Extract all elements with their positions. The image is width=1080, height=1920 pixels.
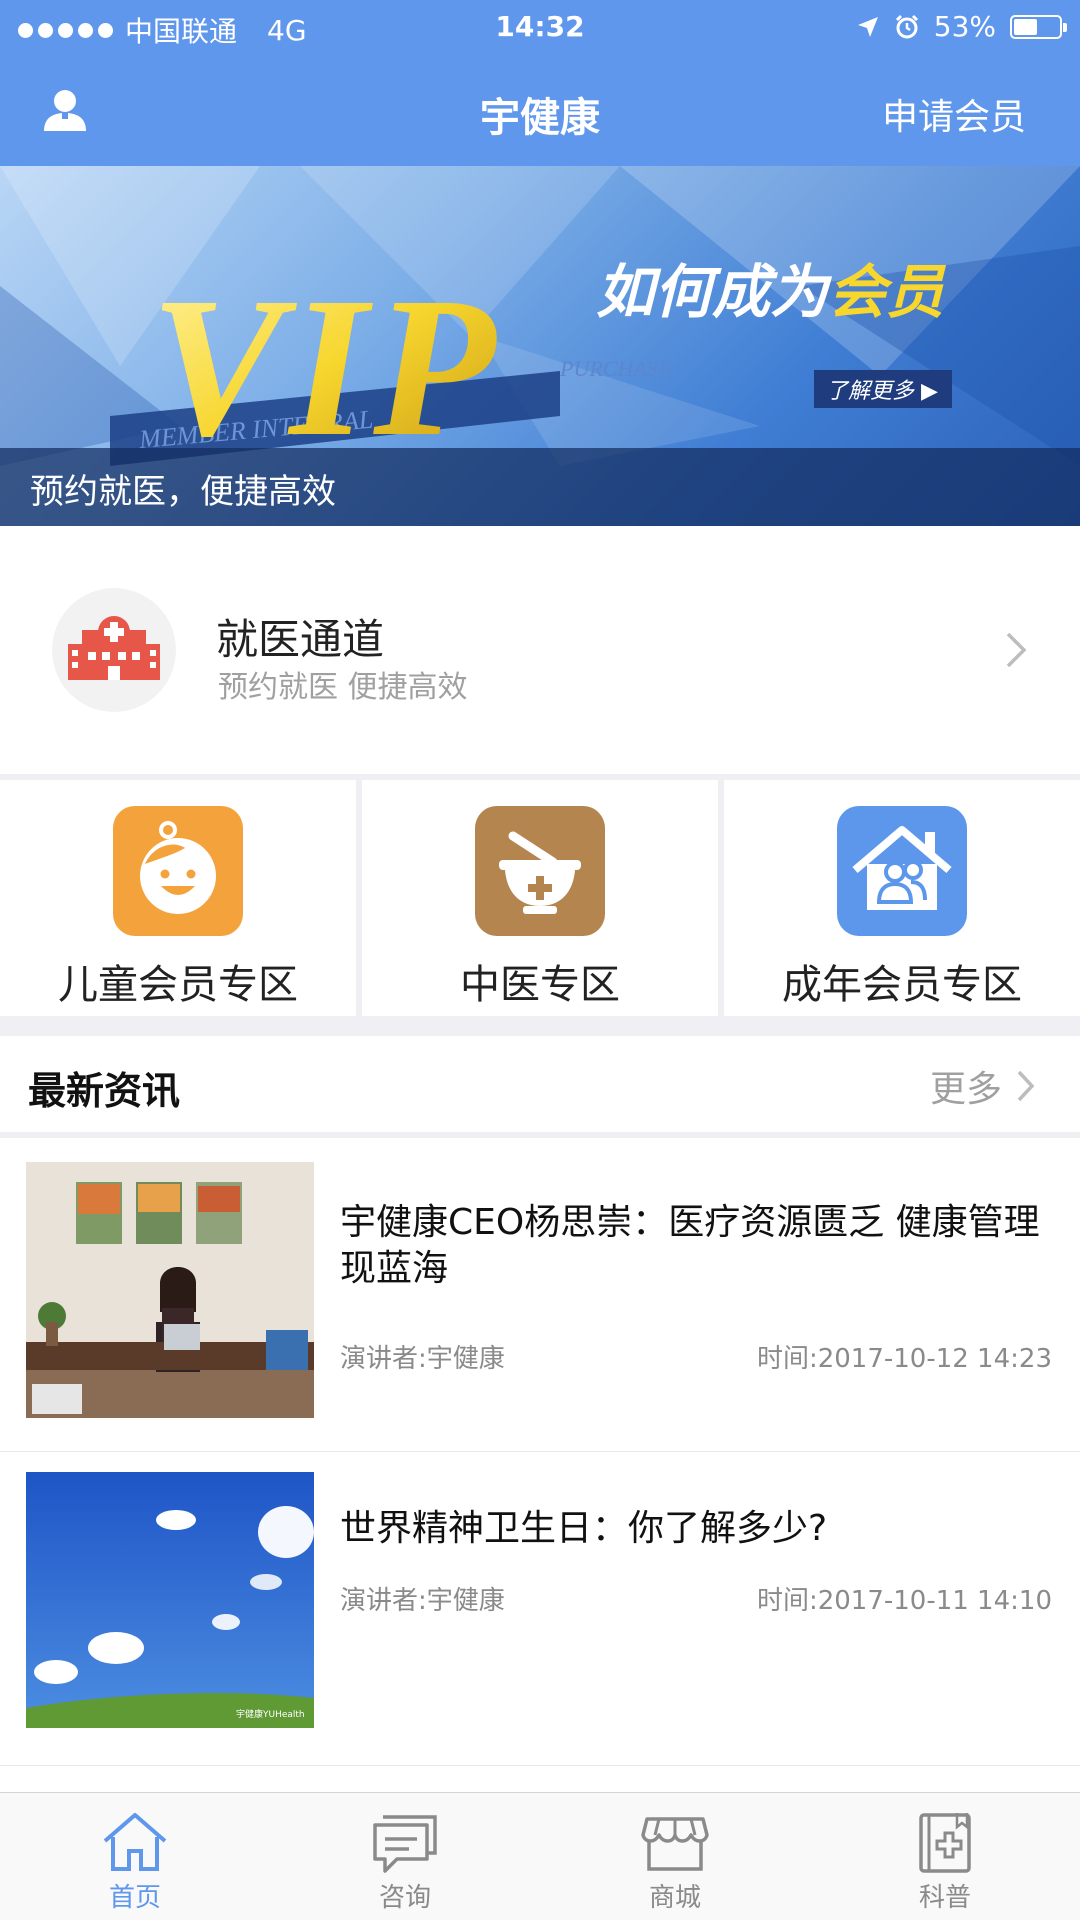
news-speaker: 演讲者:宇健康	[340, 1586, 505, 1616]
tab-label: 商城	[648, 1883, 701, 1913]
news-section-title: 最新资讯	[28, 1069, 181, 1113]
sky-photo: 宇健康YUHealth	[26, 1472, 314, 1728]
chevron-right-icon	[1006, 632, 1027, 668]
news-headline: 宇健康CEO杨思崇：医疗资源匮乏 健康管理现蓝海	[340, 1202, 1040, 1289]
zone-icon-bg	[113, 806, 243, 936]
banner-vip-text: VIP	[150, 257, 501, 478]
battery-percent: 53%	[933, 10, 996, 43]
hospital-icon	[68, 616, 160, 680]
zone-label: 中医专区	[460, 962, 620, 1008]
tab-label: 科普	[918, 1883, 971, 1913]
status-bar: 中国联通 4G 14:32 53%	[0, 0, 1080, 55]
family-house-icon	[852, 826, 952, 910]
office-photo	[26, 1162, 314, 1418]
chat-icon	[373, 1815, 437, 1873]
app-header: 中国联通 4G 14:32 53% 宇健康 申请会员	[0, 0, 1080, 166]
child-face-icon	[140, 821, 216, 914]
news-speaker: 演讲者:宇健康	[340, 1344, 505, 1374]
news-item[interactable]: 宇健康YUHealth 世界精神卫生日：你了解多少? 演讲者:宇健康 时间:20…	[0, 1452, 1080, 1766]
news-thumbnail-sky: 宇健康YUHealth	[26, 1472, 314, 1728]
chevron-right-icon	[1017, 1070, 1035, 1102]
banner-caption: 预约就医，便捷高效	[0, 448, 1080, 526]
news-headline: 世界精神卫生日：你了解多少?	[340, 1508, 828, 1549]
zone-label: 儿童会员专区	[58, 962, 298, 1008]
status-right: 53%	[856, 10, 1067, 43]
banner-headline-white: 如何成为	[596, 258, 833, 326]
zone-label: 成年会员专区	[782, 962, 1022, 1008]
news-more-label: 更多	[929, 1069, 1002, 1110]
zone-icon-bg	[837, 806, 967, 936]
medical-channel-card[interactable]: 就医通道 预约就医 便捷高效	[0, 526, 1080, 774]
news-thumbnail-office	[26, 1162, 314, 1418]
zone-grid: 儿童会员专区 中医专区 成年会员专区	[0, 780, 1080, 1016]
zone-icon-bg	[475, 806, 605, 936]
news-list: 宇健康CEO杨思崇：医疗资源匮乏 健康管理现蓝海 演讲者:宇健康 时间:2017…	[0, 1138, 1080, 1792]
hospital-icon-circle	[52, 588, 176, 712]
battery-icon	[1010, 14, 1067, 39]
nav-bar: 宇健康 申请会员	[0, 55, 1080, 166]
tab-label: 首页	[108, 1883, 161, 1913]
banner-headline-yellow: 会员	[828, 258, 947, 326]
tab-home[interactable]: 首页	[0, 1793, 270, 1920]
zone-children[interactable]: 儿童会员专区	[0, 780, 356, 1016]
alarm-clock-icon	[895, 14, 918, 38]
news-time: 时间:2017-10-11 14:10	[756, 1586, 1052, 1616]
news-item[interactable]: 宇健康CEO杨思崇：医疗资源匮乏 健康管理现蓝海 演讲者:宇健康 时间:2017…	[0, 1138, 1080, 1452]
mortar-icon	[499, 831, 581, 914]
bottom-tab-bar: 首页 咨询 商城 科普	[0, 1792, 1080, 1920]
battery-fill	[1014, 18, 1038, 35]
zone-tcm[interactable]: 中医专区	[362, 780, 718, 1016]
tab-store[interactable]: 商城	[540, 1793, 810, 1920]
channel-title: 就医通道	[216, 615, 385, 664]
news-time: 时间:2017-10-12 14:23	[756, 1344, 1052, 1374]
tab-science[interactable]: 科普	[810, 1793, 1080, 1920]
tab-consult[interactable]: 咨询	[270, 1793, 540, 1920]
store-icon	[641, 1817, 709, 1871]
news-more-link[interactable]: 更多	[930, 1060, 1036, 1112]
medical-book-icon	[919, 1813, 971, 1873]
tab-label: 咨询	[378, 1883, 431, 1913]
location-arrow-icon	[857, 16, 878, 37]
apply-member-button[interactable]: 申请会员	[882, 88, 1026, 140]
banner-purchase-text: PURCHASE	[559, 356, 672, 381]
banner-headline: 如何成为会员	[596, 258, 947, 326]
promo-banner[interactable]: MEMBER INTEGRAL PURCHASE VIP 如何成为会员 了解更多…	[0, 166, 1080, 526]
home-icon	[103, 1813, 167, 1871]
channel-subtitle: 预约就医 便捷高效	[218, 670, 468, 705]
banner-learn-more-label: 了解更多 ▶	[826, 379, 938, 404]
zone-adult[interactable]: 成年会员专区	[724, 780, 1080, 1016]
thumbnail-watermark: 宇健康YUHealth	[236, 1708, 305, 1720]
news-section-header: 最新资讯 更多	[0, 1036, 1080, 1132]
